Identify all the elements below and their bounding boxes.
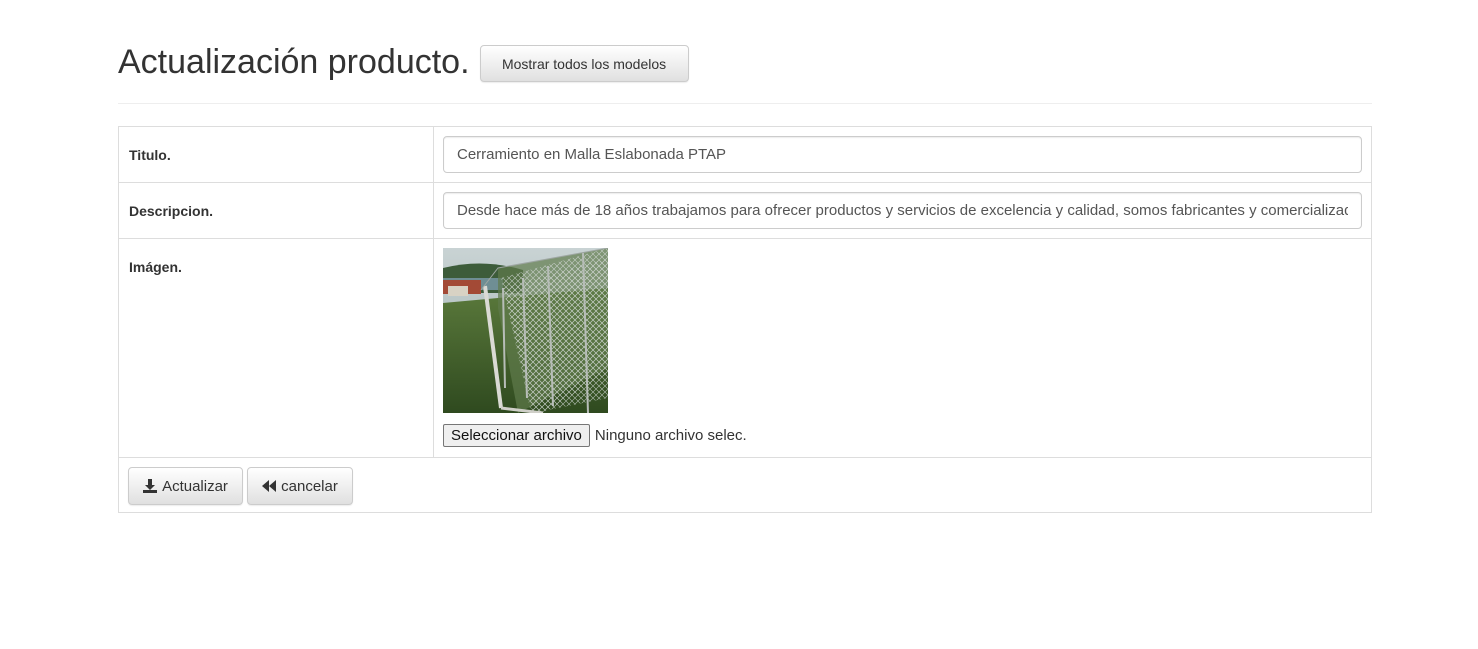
title-label: Titulo.	[129, 147, 171, 163]
title-row: Titulo.	[118, 126, 1372, 183]
product-form-table: Titulo. Descripcion. Imágen.	[118, 126, 1372, 513]
product-image	[443, 248, 608, 413]
fence-photo	[443, 248, 608, 413]
page-header: Actualización producto. Mostrar todos lo…	[118, 40, 689, 84]
image-label-cell: Imágen.	[118, 238, 434, 458]
cancel-label: cancelar	[281, 477, 338, 495]
description-input[interactable]	[443, 192, 1362, 229]
choose-file-button[interactable]: Seleccionar archivo	[443, 424, 590, 447]
image-row: Imágen. Seleccionar archivo Ninguno arch…	[118, 238, 1372, 458]
description-row: Descripcion.	[118, 182, 1372, 239]
update-button[interactable]: Actualizar	[128, 467, 243, 505]
image-label: Imágen.	[129, 259, 182, 275]
page-title: Actualización producto.	[118, 43, 470, 81]
description-label-cell: Descripcion.	[118, 182, 434, 239]
page: Actualización producto. Mostrar todos lo…	[0, 0, 1478, 649]
image-input-cell: Seleccionar archivo Ninguno archivo sele…	[433, 238, 1372, 458]
update-label: Actualizar	[162, 477, 228, 495]
cancel-button[interactable]: cancelar	[247, 467, 353, 505]
description-input-cell	[433, 182, 1372, 239]
show-all-models-button[interactable]: Mostrar todos los modelos	[479, 45, 689, 82]
title-label-cell: Titulo.	[118, 126, 434, 183]
download-icon	[143, 479, 158, 493]
header-divider	[118, 103, 1372, 104]
backward-icon	[262, 480, 277, 492]
title-input[interactable]	[443, 136, 1362, 173]
file-status-text: Ninguno archivo selec.	[594, 427, 747, 444]
actions-row: Actualizar cancelar	[118, 457, 1372, 513]
title-input-cell	[433, 126, 1372, 183]
description-label: Descripcion.	[129, 203, 214, 219]
file-upload: Seleccionar archivo Ninguno archivo sele…	[443, 424, 1362, 447]
actions-cell: Actualizar cancelar	[118, 457, 1372, 513]
